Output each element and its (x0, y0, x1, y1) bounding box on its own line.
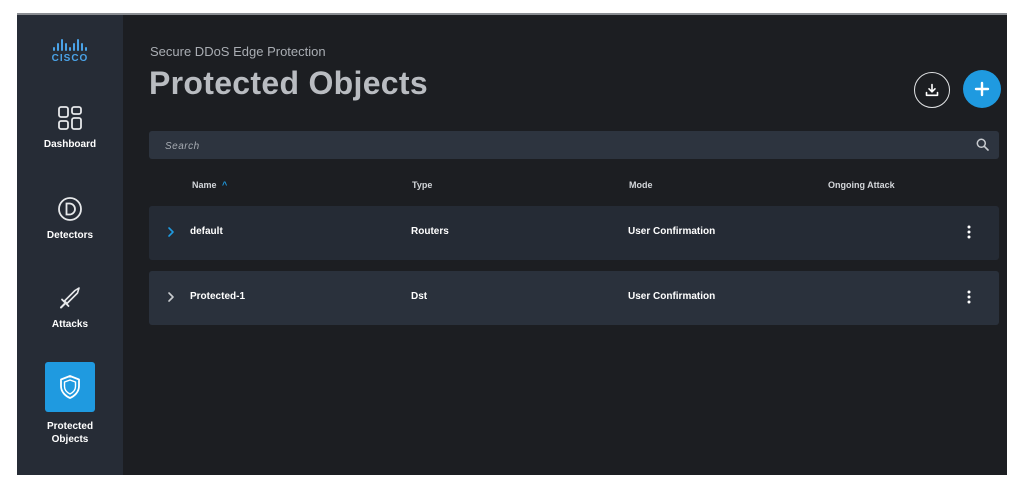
page-subtitle: Secure DDoS Edge Protection (150, 44, 326, 59)
row-mode: User Confirmation (628, 226, 716, 237)
plus-icon (974, 81, 990, 97)
sidebar-item-label: Dashboard (43, 139, 97, 150)
download-icon (925, 83, 939, 97)
chevron-right-icon[interactable] (165, 225, 177, 239)
sidebar-item-label: Attacks (51, 319, 89, 330)
detector-icon (58, 197, 82, 221)
column-header-type[interactable]: Type (412, 180, 432, 190)
row-mode: User Confirmation (628, 291, 716, 302)
search-bar (149, 131, 999, 161)
kebab-menu-icon[interactable] (967, 224, 971, 240)
row-type: Routers (411, 226, 449, 237)
sidebar-item-attacks[interactable]: Attacks (17, 285, 123, 330)
table-row[interactable]: Protected-1 Dst User Confirmation (149, 271, 999, 325)
add-button[interactable] (963, 70, 1001, 108)
row-name: Protected-1 (190, 291, 246, 302)
sidebar: CISCO Dashboard Detectors Attacks Protec… (17, 15, 123, 475)
row-type: Dst (411, 291, 428, 302)
sidebar-item-protected-objects[interactable]: Protected Objects (17, 362, 123, 446)
download-button[interactable] (914, 72, 950, 108)
cisco-logo-text: CISCO (51, 53, 89, 64)
sidebar-item-dashboard[interactable]: Dashboard (17, 105, 123, 150)
search-input[interactable] (163, 131, 947, 161)
page-title: Protected Objects (149, 65, 428, 101)
sword-icon (60, 287, 80, 309)
cisco-logo: CISCO (17, 37, 123, 64)
kebab-menu-icon[interactable] (967, 289, 971, 305)
column-header-mode[interactable]: Mode (629, 180, 653, 190)
sort-ascending-icon: ^ (222, 180, 228, 190)
main-content: Secure DDoS Edge Protection Protected Ob… (123, 15, 1007, 475)
sidebar-item-label: Protected Objects (46, 421, 94, 445)
table-row[interactable]: default Routers User Confirmation (149, 206, 999, 260)
dashboard-icon (58, 106, 82, 130)
cisco-logo-icon (17, 37, 123, 51)
active-indicator (45, 362, 95, 412)
row-name: default (190, 226, 223, 237)
app-window: CISCO Dashboard Detectors Attacks Protec… (17, 13, 1007, 475)
chevron-right-icon[interactable] (165, 290, 177, 304)
sidebar-item-detectors[interactable]: Detectors (17, 196, 123, 241)
sidebar-item-label: Detectors (46, 230, 94, 241)
column-header-label: Name (192, 180, 217, 190)
column-header-ongoing-attack[interactable]: Ongoing Attack (828, 180, 895, 190)
search-icon[interactable] (976, 138, 989, 151)
shield-icon (60, 375, 80, 399)
column-header-name[interactable]: Name ^ (192, 180, 227, 190)
